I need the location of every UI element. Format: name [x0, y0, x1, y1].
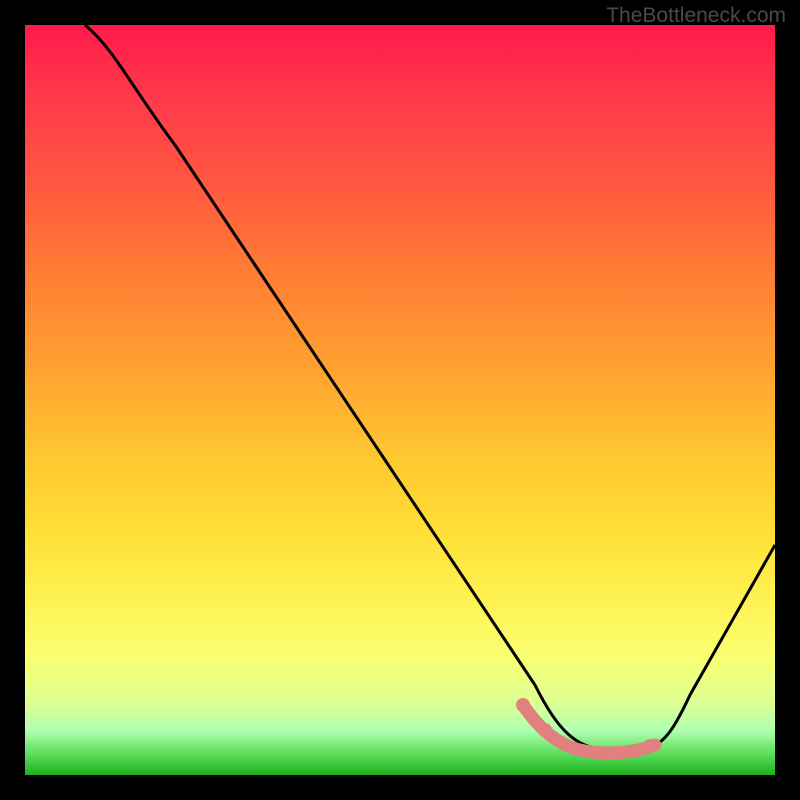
- plot-area: [25, 25, 775, 775]
- highlight-dot: [538, 723, 552, 737]
- watermark-text: TheBottleneck.com: [606, 4, 786, 28]
- highlight-dot: [643, 739, 657, 753]
- chart-svg: [25, 25, 775, 775]
- bottleneck-curve: [85, 25, 775, 751]
- highlight-dot: [516, 698, 530, 712]
